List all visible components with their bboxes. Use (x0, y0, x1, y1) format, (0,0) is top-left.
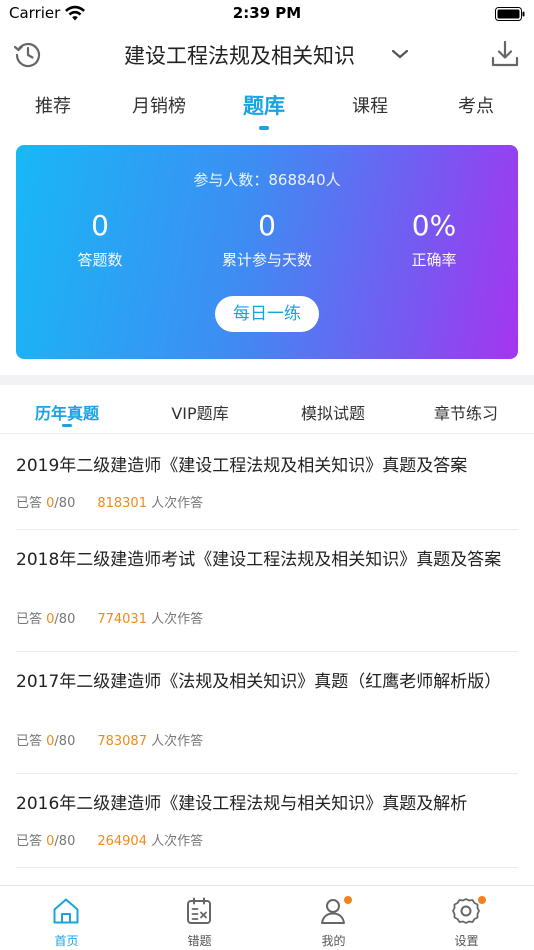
tabbar-wrong-questions[interactable]: 错题 (133, 886, 266, 950)
attempt-count: 818301 (97, 496, 147, 511)
stat-accuracy-label: 正确率 (411, 251, 457, 269)
exam-progress: 已答 0/80 264904 人次作答 (16, 830, 203, 849)
tab-courses[interactable]: 课程 (317, 92, 423, 118)
top-tabs: 推荐 月销榜 题库 课程 考点 (0, 82, 534, 132)
tabbar-settings[interactable]: 设置 (400, 886, 533, 950)
tab-monthly-sales[interactable]: 月销榜 (106, 92, 212, 118)
participants-count: 参与人数：868840人 (193, 171, 341, 189)
attempt-count: 774031 (97, 612, 147, 627)
exam-title: 2017年二级建造师《法规及相关知识》真题（红鹰老师解析版） (16, 672, 502, 692)
list-item[interactable]: 2016年二级建造师《建设工程法规与相关知识》真题及解析 已答 0/80 2649… (16, 774, 518, 868)
exam-progress: 已答 0/80 783087 人次作答 (16, 730, 203, 749)
subtab-past-exams[interactable]: 历年真题 (7, 400, 127, 424)
exam-list: 2019年二级建造师《建设工程法规及相关知识》真题及答案 已答 0/80 8183… (0, 436, 534, 868)
tabbar-home-label: 首页 (54, 934, 79, 948)
answered-prefix: 已答 (16, 834, 47, 849)
tab-recommend[interactable]: 推荐 (0, 92, 106, 118)
exam-title: 2016年二级建造师《建设工程法规与相关知识》真题及解析 (16, 794, 468, 814)
total-count: /80 (54, 612, 76, 627)
stat-days: 0 累计参与天数 (183, 209, 351, 270)
settings-badge (478, 896, 486, 904)
section-divider (0, 375, 534, 385)
tabbar-profile-label: 我的 (321, 934, 346, 948)
stat-accuracy-value: 0% (411, 209, 457, 242)
download-icon[interactable] (489, 38, 521, 70)
tab-question-bank[interactable]: 题库 (211, 90, 317, 120)
tab-key-points[interactable]: 考点 (423, 92, 529, 118)
active-subtab-indicator (62, 424, 72, 427)
subtab-chapter-practice[interactable]: 章节练习 (406, 400, 526, 424)
attempt-suffix: 人次作答 (146, 834, 204, 849)
attempt-suffix: 人次作答 (146, 496, 204, 511)
bottom-tab-bar: 首页 错题 我的 设置 (0, 885, 534, 950)
daily-practice-button[interactable]: 每日一练 (215, 296, 319, 332)
attempt-count: 264904 (97, 834, 147, 849)
answered-prefix: 已答 (16, 734, 47, 749)
wrong-questions-icon (187, 897, 211, 924)
page-title[interactable]: 建设工程法规及相关知识 (124, 40, 355, 70)
total-count: /80 (54, 734, 76, 749)
battery-icon (495, 7, 525, 21)
tabbar-profile[interactable]: 我的 (267, 886, 400, 950)
list-item[interactable]: 2019年二级建造师《建设工程法规及相关知识》真题及答案 已答 0/80 8183… (16, 436, 518, 530)
total-count: /80 (54, 834, 76, 849)
settings-icon (452, 898, 480, 924)
subtab-mock-exams[interactable]: 模拟试题 (273, 400, 393, 424)
sub-tabs: 历年真题 VIP题库 模拟试题 章节练习 (0, 386, 534, 434)
chevron-down-icon[interactable] (390, 46, 410, 62)
attempt-suffix: 人次作答 (146, 612, 204, 627)
answered-prefix: 已答 (16, 496, 47, 511)
list-item[interactable]: 2018年二级建造师考试《建设工程法规及相关知识》真题及答案 已答 0/80 77… (16, 530, 518, 652)
exam-title: 2019年二级建造师《建设工程法规及相关知识》真题及答案 (16, 456, 468, 476)
status-bar: Carrier 2:39 PM (0, 0, 534, 28)
exam-progress: 已答 0/80 818301 人次作答 (16, 492, 203, 511)
tabbar-wrong-questions-label: 错题 (187, 934, 212, 948)
exam-progress: 已答 0/80 774031 人次作答 (16, 608, 203, 627)
profile-badge (344, 896, 352, 904)
total-count: /80 (54, 496, 76, 511)
home-icon (53, 898, 79, 924)
attempt-count: 783087 (97, 734, 147, 749)
stat-answered-label: 答题数 (77, 251, 123, 269)
stat-answered: 0 答题数 (16, 209, 184, 270)
stat-days-label: 累计参与天数 (221, 251, 312, 269)
stat-days-value: 0 (258, 209, 276, 242)
history-icon[interactable] (12, 38, 44, 70)
exam-title: 2018年二级建造师考试《建设工程法规及相关知识》真题及答案 (16, 550, 502, 570)
stat-accuracy: 0% 正确率 (350, 209, 518, 270)
clock: 2:39 PM (232, 4, 302, 22)
stats-card: 参与人数：868840人 0 答题数 0 累计参与天数 0% 正确率 每日一练 (16, 145, 518, 359)
attempt-suffix: 人次作答 (146, 734, 204, 749)
nav-bar: 建设工程法规及相关知识 (0, 28, 534, 80)
active-tab-indicator (259, 126, 269, 130)
list-item[interactable]: 2017年二级建造师《法规及相关知识》真题（红鹰老师解析版） 已答 0/80 78… (16, 652, 518, 774)
tabbar-home[interactable]: 首页 (0, 886, 133, 950)
subtab-vip-bank[interactable]: VIP题库 (140, 400, 260, 424)
answered-prefix: 已答 (16, 612, 47, 627)
stat-answered-value: 0 (91, 209, 109, 242)
tabbar-settings-label: 设置 (454, 934, 479, 948)
